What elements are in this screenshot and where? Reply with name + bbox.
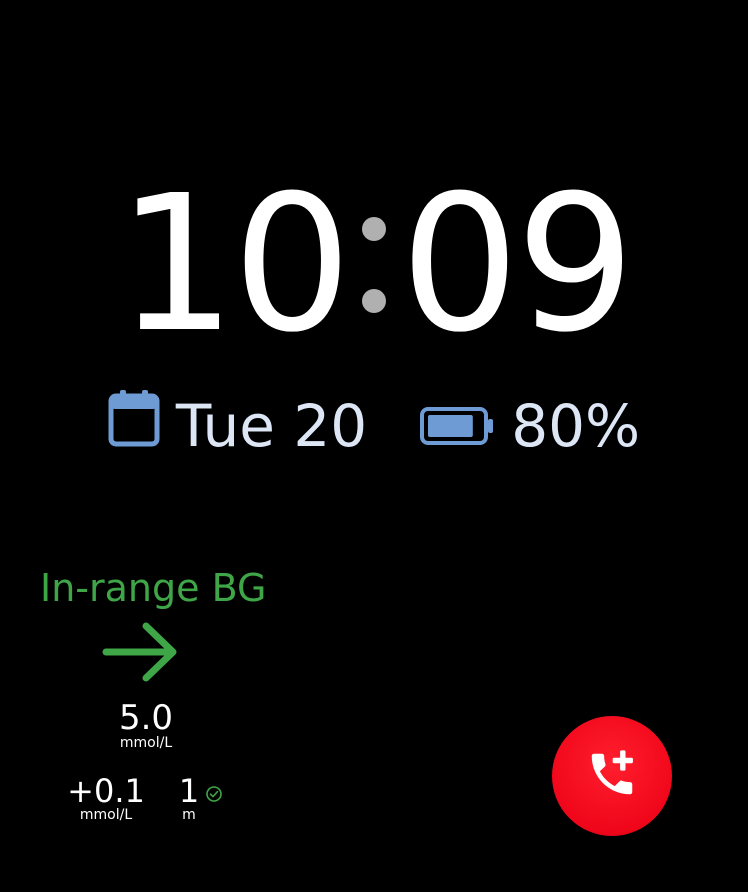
clock-colon [362,175,386,355]
calendar-icon [108,390,160,462]
glucose-delta: +0.1 [67,772,145,810]
info-row: Tue 20 80% [0,390,748,462]
clock: 10 09 [0,160,748,370]
battery-label: 80% [511,392,641,460]
colon-dot-top [362,217,386,241]
glucose-value: 5.0 [118,698,174,738]
emergency-call-button[interactable] [552,716,672,836]
battery-icon [419,392,495,460]
date-label: Tue 20 [175,392,368,460]
battery-fill [428,415,473,437]
glucose-status-label: In-range BG [40,566,267,610]
battery-complication[interactable]: 80% [419,392,640,460]
reading-age: 1 [178,772,200,810]
clock-hours: 10 [116,155,352,374]
clock-minutes: 09 [400,155,635,374]
check-circle-icon [205,785,223,803]
date-complication[interactable]: Tue 20 [108,390,367,462]
arrow-right-icon [102,620,180,684]
colon-dot-bottom [362,289,386,313]
glucose-delta-unit: mmol/L [79,807,133,823]
reading-age-unit: m [182,807,196,823]
glucose-unit: mmol/L [119,735,173,751]
phone-add-icon [585,747,639,806]
